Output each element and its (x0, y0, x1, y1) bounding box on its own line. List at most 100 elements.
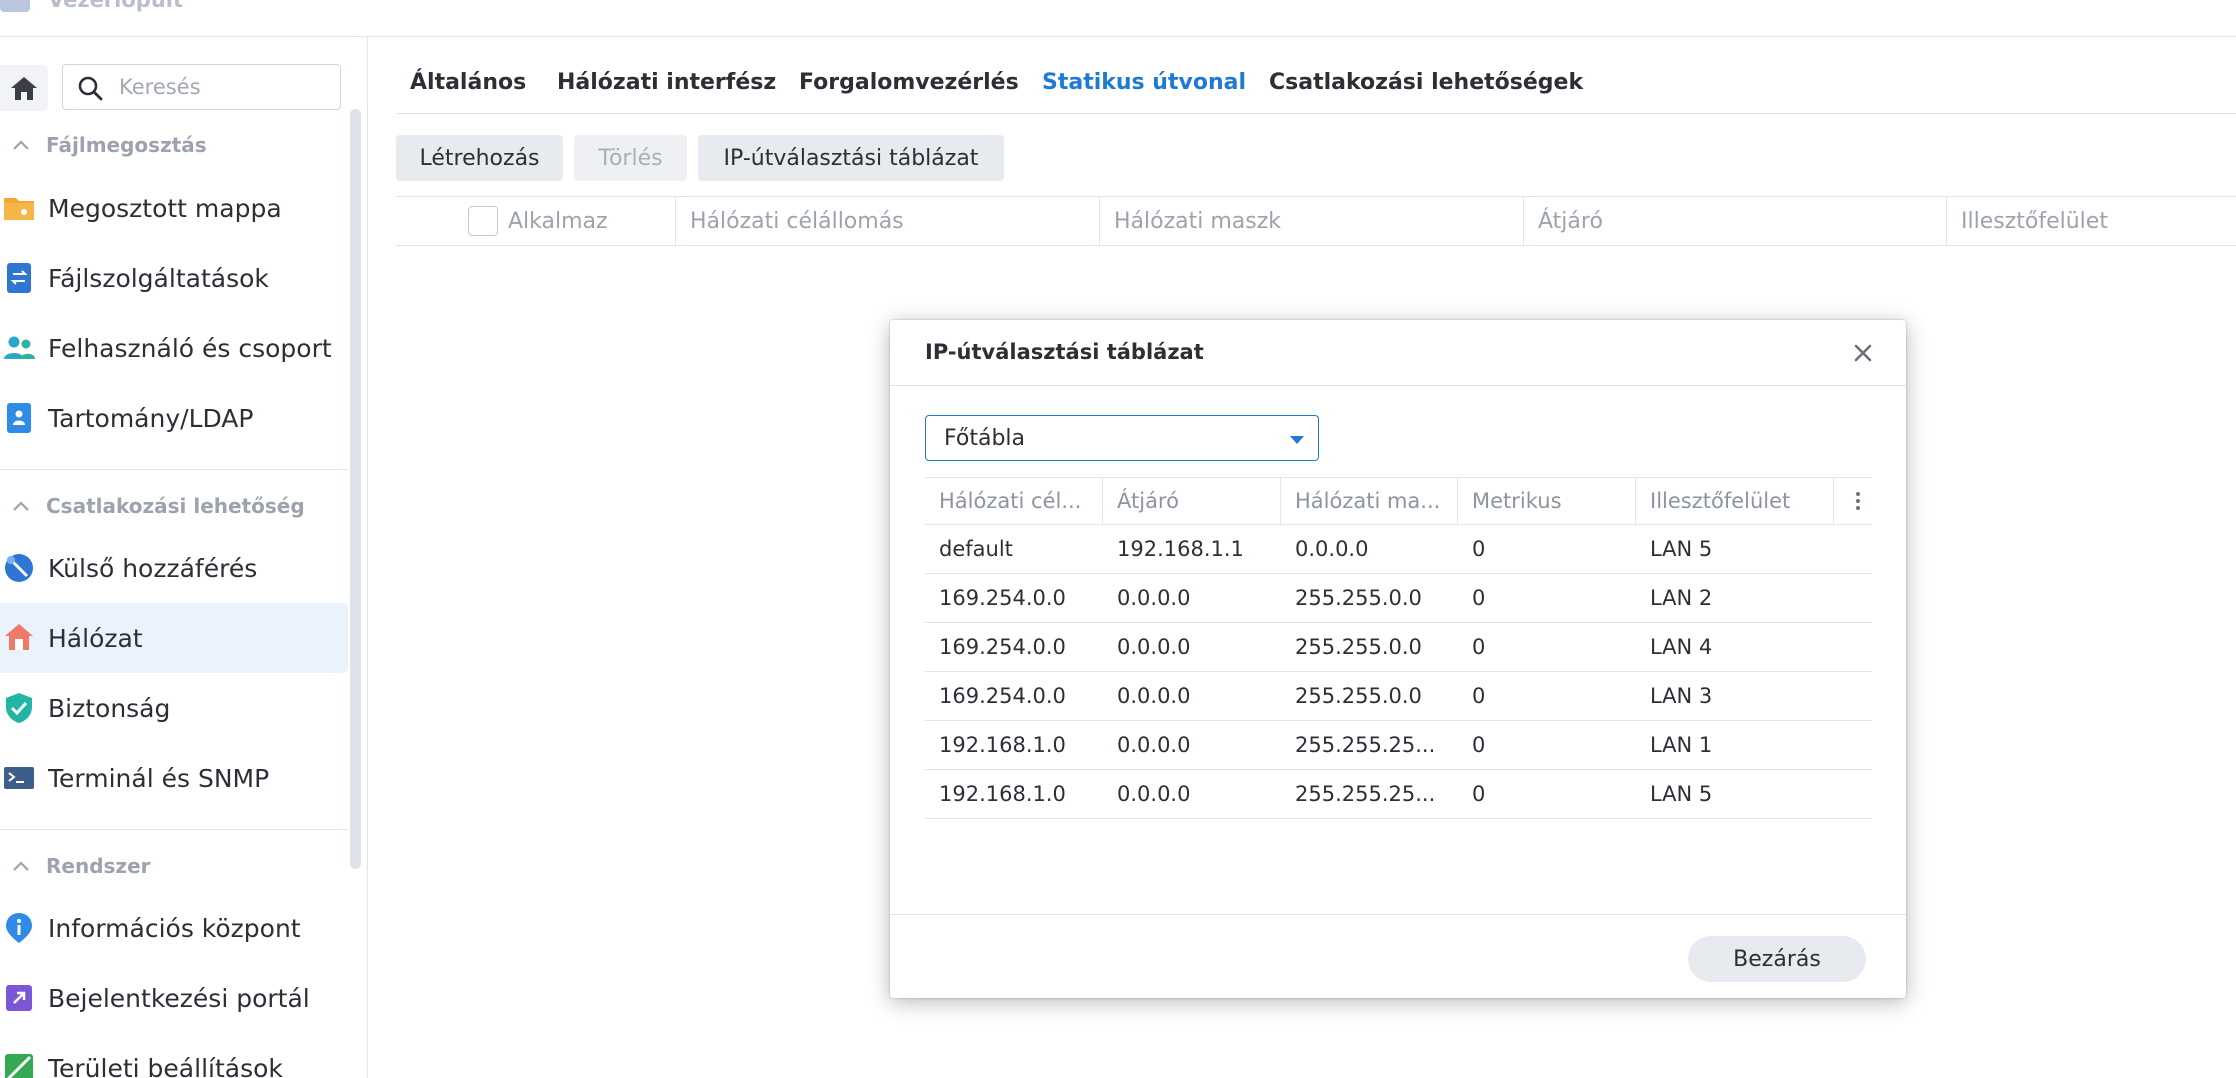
sidebar-item-label: Hálózat (48, 623, 143, 653)
column-netmask[interactable]: Hálózati ma... (1295, 478, 1455, 524)
sidebar-item-file-services[interactable]: Fájlszolgáltatások (0, 243, 348, 313)
cell-netmask: 255.255.25... (1295, 782, 1436, 806)
cell-gateway: 0.0.0.0 (1117, 782, 1191, 806)
search-field[interactable] (62, 64, 341, 110)
table-row[interactable]: 169.254.0.0 0.0.0.0 255.255.0.0 0 LAN 4 (925, 623, 1872, 672)
cell-netmask: 255.255.25... (1295, 733, 1436, 757)
column-divider[interactable] (1635, 478, 1636, 524)
table-row[interactable]: 192.168.1.0 0.0.0.0 255.255.25... 0 LAN … (925, 721, 1872, 770)
column-divider[interactable] (1457, 478, 1458, 524)
sidebar-scrollbar[interactable] (350, 109, 361, 869)
column-gateway[interactable]: Átjáró (1538, 197, 1603, 245)
caret-down-icon (1290, 436, 1304, 444)
column-interface[interactable]: Illesztőfelület (1961, 197, 2108, 245)
cell-netmask: 255.255.0.0 (1295, 684, 1422, 708)
sidebar-item-info-center[interactable]: Információs központ (0, 893, 348, 963)
search-input[interactable] (119, 73, 329, 101)
column-gateway[interactable]: Átjáró (1117, 478, 1277, 524)
section-system[interactable]: Rendszer (0, 846, 340, 886)
cell-destination: 169.254.0.0 (939, 586, 1066, 610)
tab-traffic-control[interactable]: Forgalomvezérlés (799, 70, 1019, 95)
cell-metric: 0 (1472, 782, 1486, 806)
sidebar-item-shared-folder[interactable]: Megosztott mappa (0, 173, 348, 243)
chevron-up-icon (13, 501, 29, 511)
dialog-title: IP-útválasztási táblázat (925, 340, 1204, 364)
sidebar-item-login-portal[interactable]: Bejelentkezési portál (0, 963, 348, 1033)
sidebar-item-terminal-snmp[interactable]: Terminál és SNMP (0, 743, 348, 813)
column-divider[interactable] (675, 197, 676, 245)
sidebar-item-domain-ldap[interactable]: Tartomány/LDAP (0, 383, 348, 453)
sidebar-item-external-access[interactable]: Külső hozzáférés (0, 533, 348, 603)
sidebar-item-label: Megosztott mappa (48, 193, 282, 223)
column-interface[interactable]: Illesztőfelület (1650, 478, 1830, 524)
column-netmask[interactable]: Hálózati maszk (1114, 197, 1281, 245)
cell-interface: LAN 2 (1650, 586, 1713, 610)
tab-connectivity[interactable]: Csatlakozási lehetőségek (1269, 70, 1583, 95)
column-divider[interactable] (1280, 478, 1281, 524)
sidebar-item-label: Fájlszolgáltatások (48, 263, 269, 293)
column-divider[interactable] (1833, 478, 1834, 524)
more-vertical-icon (1856, 492, 1860, 510)
tab-general[interactable]: Általános (410, 70, 526, 95)
column-metric[interactable]: Metrikus (1472, 478, 1632, 524)
table-row[interactable]: default 192.168.1.1 0.0.0.0 0 LAN 5 (925, 525, 1872, 574)
sidebar-item-security[interactable]: Biztonság (0, 673, 348, 743)
sidebar-item-regional[interactable]: Területi beállítások (0, 1033, 348, 1078)
dialog-close-button[interactable]: Bezárás (1688, 936, 1866, 982)
section-label: Csatlakozási lehetőség (46, 494, 305, 518)
terminal-icon (4, 767, 34, 789)
cell-destination: default (939, 537, 1013, 561)
table-select-dropdown[interactable]: Főtábla (925, 415, 1319, 461)
login-portal-icon (6, 985, 32, 1011)
sidebar-item-user-group[interactable]: Felhasználó és csoport (0, 313, 348, 383)
chevron-up-icon (13, 861, 29, 871)
cell-netmask: 255.255.0.0 (1295, 635, 1422, 659)
column-destination[interactable]: Hálózati cél... (939, 478, 1099, 524)
routing-table-dialog: IP-útválasztási táblázat Főtábla Hálózat… (890, 320, 1906, 998)
create-button[interactable]: Létrehozás (396, 135, 563, 181)
cell-gateway: 0.0.0.0 (1117, 586, 1191, 610)
column-destination[interactable]: Hálózati célállomás (690, 197, 904, 245)
select-all-checkbox[interactable] (468, 206, 498, 236)
info-icon (6, 913, 32, 943)
column-options-button[interactable] (1844, 487, 1872, 515)
table-row[interactable]: 169.254.0.0 0.0.0.0 255.255.0.0 0 LAN 3 (925, 672, 1872, 721)
tab-static-route[interactable]: Statikus útvonal (1042, 70, 1246, 95)
sidebar-item-label: Felhasználó és csoport (48, 333, 332, 363)
cell-metric: 0 (1472, 537, 1486, 561)
close-button[interactable] (1848, 338, 1878, 368)
delete-button[interactable]: Törlés (574, 135, 687, 181)
column-divider[interactable] (1946, 197, 1947, 245)
column-divider[interactable] (1099, 197, 1100, 245)
cell-metric: 0 (1472, 733, 1486, 757)
control-panel-icon (0, 0, 30, 12)
cell-netmask: 255.255.0.0 (1295, 586, 1422, 610)
table-row[interactable]: 192.168.1.0 0.0.0.0 255.255.25... 0 LAN … (925, 770, 1872, 819)
section-file-sharing[interactable]: Fájlmegosztás (0, 125, 340, 165)
table-row[interactable]: 169.254.0.0 0.0.0.0 255.255.0.0 0 LAN 2 (925, 574, 1872, 623)
column-divider[interactable] (1523, 197, 1524, 245)
title-bar: Vezérlőpult (0, 0, 2236, 37)
column-divider[interactable] (1102, 478, 1103, 524)
search-icon (78, 76, 103, 101)
sidebar-item-label: Bejelentkezési portál (48, 983, 310, 1013)
routing-table-button[interactable]: IP-útválasztási táblázat (698, 135, 1004, 181)
external-access-icon (5, 554, 33, 582)
sidebar-item-label: Információs központ (48, 913, 301, 943)
routing-table: Hálózati cél... Átjáró Hálózati ma... Me… (925, 477, 1872, 819)
sidebar: Fájlmegosztás Megosztott mappa Fájlszolg… (0, 37, 368, 1078)
sidebar-item-network[interactable]: Hálózat (0, 603, 348, 673)
sidebar-divider (0, 469, 348, 470)
section-label: Fájlmegosztás (46, 133, 207, 157)
tab-network-interface[interactable]: Hálózati interfész (557, 70, 776, 95)
cell-interface: LAN 5 (1650, 782, 1713, 806)
home-button[interactable] (0, 65, 48, 111)
column-label: Alkalmaz (508, 208, 608, 234)
sidebar-item-label: Biztonság (48, 693, 171, 723)
sidebar-divider (0, 829, 348, 830)
column-apply[interactable]: Alkalmaz (468, 197, 608, 245)
section-connectivity[interactable]: Csatlakozási lehetőség (0, 486, 340, 526)
chevron-up-icon (13, 140, 29, 150)
cell-interface: LAN 1 (1650, 733, 1713, 757)
cell-destination: 192.168.1.0 (939, 733, 1066, 757)
